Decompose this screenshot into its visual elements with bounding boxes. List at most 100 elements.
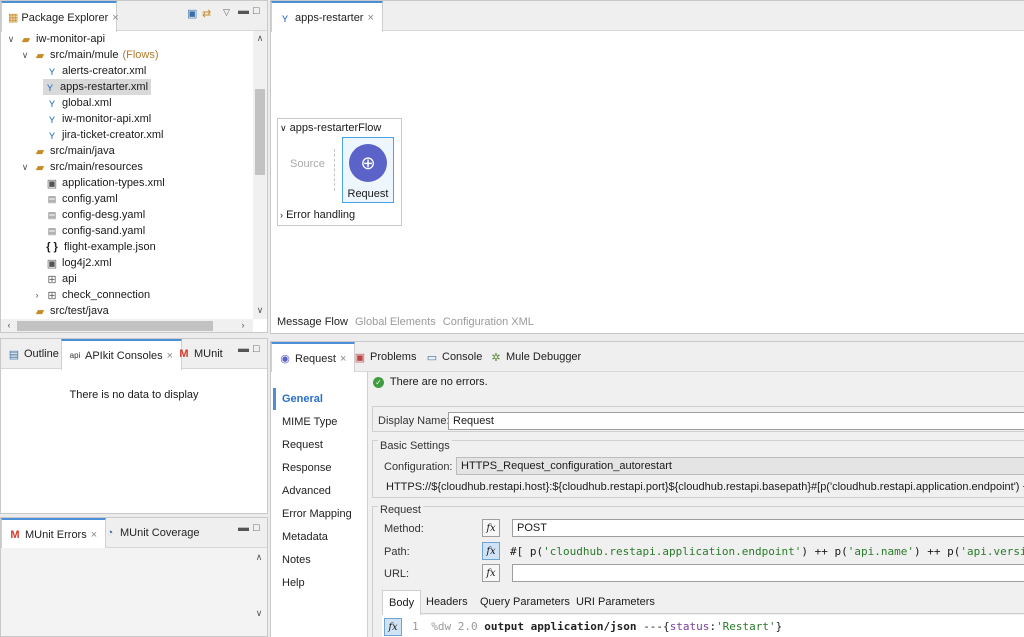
tab-global-elements[interactable]: Global Elements	[355, 316, 436, 328]
flow-header[interactable]: ∨ apps-restarterFlow	[280, 122, 381, 134]
tree-item-file[interactable]: ʏ iw-monitor-api.xml	[45, 111, 151, 127]
body-code-line: 1 %dw 2.0 output application/json ---{st…	[412, 620, 782, 633]
url-input[interactable]	[512, 564, 1024, 582]
scroll-down-icon[interactable]: ∨	[254, 305, 266, 316]
nav-notes[interactable]: Notes	[282, 554, 311, 566]
tree-item-folder[interactable]: ▰ src/main/java	[33, 143, 115, 159]
tab-apps-restarter[interactable]: ʏ apps-restarter ×	[271, 1, 383, 32]
tree-item-file[interactable]: ▤ config-sand.yaml	[45, 223, 145, 239]
tab-query-parameters[interactable]: Query Parameters	[480, 596, 570, 608]
tree-item-label: config.yaml	[62, 193, 118, 205]
tab-headers[interactable]: Headers	[426, 596, 468, 608]
collapse-all-icon[interactable]: ▣	[187, 7, 197, 20]
tree-item-file[interactable]: ▣ application-types.xml	[45, 175, 165, 191]
tree-vertical-scrollbar[interactable]: ∧ ∨	[253, 31, 267, 319]
body-editor[interactable]: fx 1 %dw 2.0 output application/json ---…	[382, 615, 1024, 637]
flow-name: apps-restarterFlow	[289, 122, 382, 134]
expand-icon[interactable]: ›	[31, 290, 43, 300]
request-component[interactable]: ⊕ Request	[342, 137, 394, 203]
tab-munit[interactable]: M MUnit	[171, 339, 231, 369]
expand-icon[interactable]: ∨	[5, 34, 17, 45]
display-name-input[interactable]: Request	[448, 412, 1024, 430]
code-token: ) ++ p(	[801, 544, 848, 558]
tab-apikit-consoles[interactable]: api APIkit Consoles ×	[61, 339, 183, 370]
tree-item-label: alerts-creator.xml	[62, 65, 147, 77]
maximize-icon[interactable]: □	[253, 522, 260, 534]
tab-package-explorer[interactable]: ▦ Package Explorer ×	[1, 1, 119, 32]
nav-error-mapping[interactable]: Error Mapping	[282, 508, 352, 520]
tree-item-project[interactable]: ∨ ▰ iw-monitor-api	[5, 31, 105, 47]
close-icon[interactable]: ×	[367, 12, 373, 24]
tree-item-file[interactable]: ▣ log4j2.xml	[45, 255, 112, 271]
scroll-left-icon[interactable]: ‹	[3, 320, 15, 330]
nav-help[interactable]: Help	[282, 577, 305, 589]
tree-item-file[interactable]: ʏ jira-ticket-creator.xml	[45, 127, 164, 143]
scroll-up-icon[interactable]: ∧	[253, 552, 265, 563]
tab-uri-parameters[interactable]: URI Parameters	[576, 596, 655, 608]
tree-horizontal-scrollbar[interactable]: ‹ ›	[1, 319, 253, 332]
tree-item-label: src/test/java	[50, 305, 109, 317]
tab-munit-coverage[interactable]: ◔ MUnit Coverage	[97, 518, 207, 548]
tree-item-package[interactable]: ⊞ api	[45, 271, 76, 287]
properties-content: ✓ There are no errors. Display Name: Req…	[367, 372, 1024, 637]
nav-metadata[interactable]: Metadata	[282, 531, 328, 543]
tree-item-label: check_connection	[62, 289, 151, 301]
tab-message-flow[interactable]: Message Flow	[277, 316, 348, 328]
nav-request[interactable]: Request	[282, 439, 323, 451]
url-fx-button[interactable]: fx	[482, 564, 500, 582]
body-fx-button[interactable]: fx	[384, 618, 402, 636]
error-handling-row[interactable]: › Error handling	[280, 209, 355, 221]
tree-item-label: application-types.xml	[62, 177, 165, 189]
tree-item-folder[interactable]: ∨ ▰ src/main/resources	[19, 159, 143, 175]
tab-body[interactable]: Body	[382, 590, 422, 615]
maximize-icon[interactable]: □	[253, 343, 260, 355]
tree-item-file-selected[interactable]: ʏ apps-restarter.xml	[43, 79, 152, 95]
nav-mime-type[interactable]: MIME Type	[282, 416, 337, 428]
tab-request[interactable]: ◉ Request ×	[271, 342, 356, 373]
minimize-icon[interactable]: ▬	[238, 522, 249, 534]
nav-general[interactable]: General	[282, 393, 323, 405]
code-key: status	[669, 620, 710, 633]
tree-item-file[interactable]: ʏ global.xml	[45, 95, 112, 111]
tab-outline[interactable]: ▤ Outline	[1, 339, 67, 369]
tree-item-file[interactable]: ʏ alerts-creator.xml	[45, 63, 146, 79]
empty-message: There is no data to display	[69, 389, 199, 401]
configuration-select[interactable]: HTTPS_Request_configuration_autorestart	[456, 457, 1024, 475]
tree-item-package[interactable]: › ⊞ check_connection	[31, 287, 151, 303]
scroll-up-icon[interactable]: ∧	[254, 33, 266, 44]
tree-item-folder[interactable]: ∨ ▰ src/main/mule (Flows)	[19, 47, 159, 63]
tree-item-file[interactable]: { } flight-example.json	[45, 239, 156, 255]
nav-advanced[interactable]: Advanced	[282, 485, 331, 497]
tab-mule-debugger[interactable]: ✲ Mule Debugger	[483, 342, 589, 372]
path-input[interactable]: #[ p('cloudhub.restapi.application.endpo…	[506, 542, 1024, 560]
tree-item-folder[interactable]: ▰ src/test/java	[33, 303, 109, 319]
close-icon[interactable]: ×	[112, 12, 118, 24]
scroll-right-icon[interactable]: ›	[237, 320, 249, 330]
expand-icon[interactable]: ›	[280, 210, 283, 220]
scroll-thumb[interactable]	[17, 321, 213, 331]
scroll-down-icon[interactable]: ∨	[253, 608, 265, 619]
minimize-icon[interactable]: ▬	[238, 5, 249, 17]
tree-item-file[interactable]: ▤ config.yaml	[45, 191, 118, 207]
tab-console[interactable]: ▭ Console	[419, 342, 490, 372]
scroll-thumb[interactable]	[255, 89, 265, 175]
expand-icon[interactable]: ∨	[19, 50, 31, 61]
minimize-icon[interactable]: ▬	[238, 343, 249, 355]
method-fx-button[interactable]: fx	[482, 519, 500, 537]
nav-response[interactable]: Response	[282, 462, 332, 474]
url-preview: HTTPS://${cloudhub.restapi.host}:${cloud…	[386, 481, 1024, 493]
collapse-flow-icon[interactable]: ∨	[280, 123, 287, 133]
link-with-editor-icon[interactable]: ⇄	[202, 7, 211, 20]
method-input[interactable]: POST	[512, 519, 1024, 537]
expand-icon[interactable]: ∨	[19, 162, 31, 173]
close-icon[interactable]: ×	[340, 353, 346, 365]
tab-configuration-xml[interactable]: Configuration XML	[443, 316, 534, 328]
view-menu-icon[interactable]: ▽	[223, 7, 230, 18]
check-icon: ✓	[373, 377, 384, 388]
flow-container[interactable]: ∨ apps-restarterFlow Source ⊕ Request › …	[277, 118, 402, 226]
maximize-icon[interactable]: □	[253, 5, 260, 17]
tab-munit-errors[interactable]: M MUnit Errors ×	[1, 518, 107, 549]
path-fx-button[interactable]: fx	[482, 542, 500, 560]
tree-item-file[interactable]: ▤ config-desg.yaml	[45, 207, 145, 223]
tab-problems[interactable]: ▣ Problems	[347, 342, 424, 372]
